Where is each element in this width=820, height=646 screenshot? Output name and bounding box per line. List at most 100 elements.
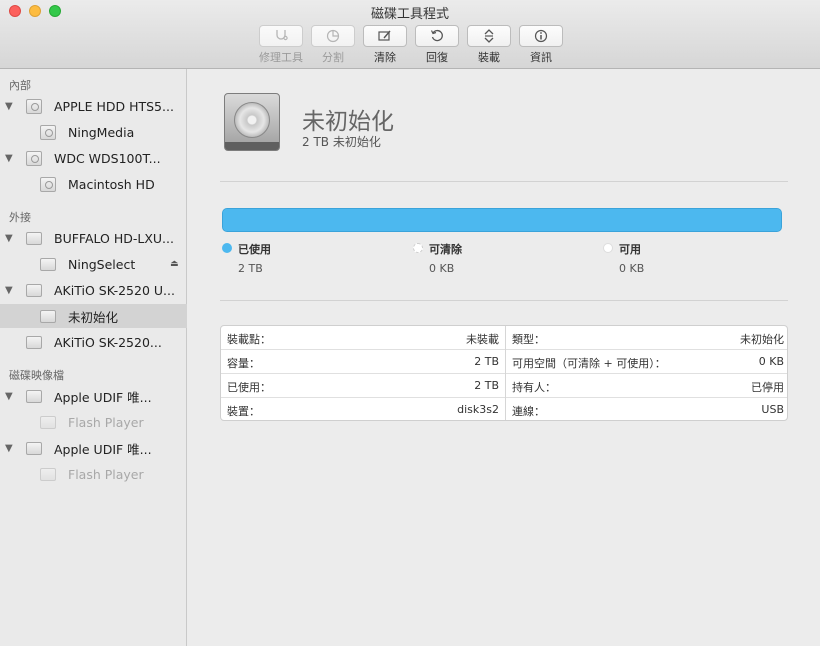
sidebar-item-uninitialized[interactable]: 未初始化 — [0, 304, 187, 328]
info-value: 0 KB — [758, 355, 784, 368]
info-column-left: 裝載點： 未裝載 容量： 2 TB 已使用： 2 TB 裝置： disk3s2 — [221, 326, 505, 420]
hard-disk-icon — [40, 124, 56, 140]
stethoscope-icon — [259, 25, 303, 47]
info-row: 連線： USB — [506, 398, 787, 420]
sidebar-item-ningmedia[interactable]: NingMedia — [0, 120, 187, 144]
mount-button[interactable]: 裝載 — [467, 25, 511, 65]
eject-icon[interactable]: ⏏ — [170, 259, 179, 269]
sidebar-item-apple-udif-1[interactable]: ▼ Apple UDIF 唯... — [0, 384, 187, 408]
divider — [220, 300, 788, 301]
volume-subtitle: 2 TB 未初始化 — [302, 135, 381, 149]
usage-bar — [222, 208, 782, 232]
sidebar-item-label: AKiTiO SK-2520 U... — [54, 282, 175, 298]
sidebar-item-ningselect[interactable]: NingSelect ⏏ — [0, 252, 187, 276]
legend-used-label: 已使用 — [238, 243, 271, 256]
info-key: 裝載點： — [227, 333, 271, 346]
sidebar-item-apple-udif-2[interactable]: ▼ Apple UDIF 唯... — [0, 436, 187, 460]
sidebar-section-disk-images: 磁碟映像檔 — [9, 369, 64, 382]
disclosure-triangle-icon[interactable]: ▼ — [5, 285, 13, 296]
disk-image-icon — [26, 441, 42, 455]
info-value: 2 TB — [474, 355, 499, 368]
info-value: 已停用 — [751, 381, 784, 394]
available-dot — [603, 243, 613, 253]
info-row: 容量： 2 TB — [221, 350, 505, 374]
divider — [220, 181, 788, 182]
hard-disk-icon — [26, 150, 42, 166]
hard-disk-icon — [40, 176, 56, 192]
sidebar-item-macintosh-hd[interactable]: Macintosh HD — [0, 172, 187, 196]
main-pane: 未初始化 2 TB 未初始化 已使用 2 TB 可清除 0 KB 可用 0 KB… — [188, 69, 820, 646]
info-table: 裝載點： 未裝載 容量： 2 TB 已使用： 2 TB 裝置： disk3s2 — [220, 325, 788, 421]
info-value: 未初始化 — [740, 333, 784, 346]
info-row: 裝載點： 未裝載 — [221, 326, 505, 350]
legend-available-label: 可用 — [619, 243, 641, 256]
sidebar-item-label: 未初始化 — [68, 309, 119, 325]
info-key: 連線： — [512, 405, 545, 418]
sidebar-item-label: WDC WDS100T... — [54, 150, 161, 166]
info-key: 持有人： — [512, 381, 556, 394]
sidebar-item-label: AKiTiO SK-2520... — [54, 334, 162, 350]
disk-image-icon — [26, 389, 42, 403]
info-button[interactable]: 資訊 — [519, 25, 563, 65]
legend-purgeable-label: 可清除 — [429, 243, 462, 256]
pie-icon — [311, 25, 355, 47]
sidebar-item-akitio-2[interactable]: AKiTiO SK-2520... — [0, 330, 187, 354]
info-key: 裝置： — [227, 405, 260, 418]
erase-button[interactable]: 清除 — [363, 25, 407, 65]
sidebar-item-label: Flash Player — [68, 414, 144, 430]
info-column-right: 類型： 未初始化 可用空間（可清除 + 可使用）： 0 KB 持有人： 已停用 … — [505, 326, 787, 420]
volume-title: 未初始化 — [302, 109, 394, 135]
hard-disk-icon — [26, 98, 42, 114]
sidebar-item-label: Flash Player — [68, 466, 144, 482]
info-key: 類型： — [512, 333, 545, 346]
external-disk-icon — [26, 283, 42, 297]
volume-icon — [40, 415, 56, 429]
external-disk-icon — [26, 335, 42, 349]
sidebar-item-wdc[interactable]: ▼ WDC WDS100T... — [0, 146, 187, 170]
info-value: USB — [761, 403, 784, 416]
info-key: 可用空間（可清除 + 可使用）： — [512, 357, 666, 370]
sidebar-item-label: Macintosh HD — [68, 176, 155, 192]
disk-utility-window: 磁碟工具程式 修理工具 分割 清除 回復 裝載 資訊 內部 ▼ APPLE HD… — [0, 0, 820, 646]
usage-bar-fill — [223, 209, 781, 231]
disclosure-triangle-icon[interactable]: ▼ — [5, 101, 13, 112]
used-dot — [222, 243, 232, 253]
disclosure-triangle-icon[interactable]: ▼ — [5, 443, 13, 454]
legend-available-value: 0 KB — [619, 262, 645, 275]
sidebar-item-apple-hdd[interactable]: ▼ APPLE HDD HTS5... — [0, 94, 187, 118]
info-row: 可用空間（可清除 + 可使用）： 0 KB — [506, 350, 787, 374]
first-aid-button[interactable]: 修理工具 — [259, 25, 303, 65]
purgeable-dot — [413, 243, 423, 253]
info-key: 容量： — [227, 357, 260, 370]
sidebar-item-akitio-1[interactable]: ▼ AKiTiO SK-2520 U... — [0, 278, 187, 302]
sidebar-item-label: NingSelect — [68, 256, 136, 272]
sidebar-item-flash-player-2[interactable]: Flash Player — [0, 462, 187, 486]
toolbar: 磁碟工具程式 修理工具 分割 清除 回復 裝載 資訊 — [0, 0, 820, 69]
info-row: 已使用： 2 TB — [221, 374, 505, 398]
sidebar-item-label: BUFFALO HD-LXU... — [54, 230, 174, 246]
sidebar-item-label: APPLE HDD HTS5... — [54, 98, 174, 114]
info-key: 已使用： — [227, 381, 271, 394]
info-value: 未裝載 — [466, 333, 499, 346]
legend-purgeable-value: 0 KB — [429, 262, 455, 275]
sidebar-section-external: 外接 — [9, 211, 31, 224]
mount-icon — [467, 25, 511, 47]
hard-disk-icon — [224, 93, 280, 151]
sidebar: 內部 ▼ APPLE HDD HTS5... NingMedia ▼ WDC W… — [0, 69, 187, 646]
disclosure-triangle-icon[interactable]: ▼ — [5, 391, 13, 402]
disclosure-triangle-icon[interactable]: ▼ — [5, 153, 13, 164]
sidebar-item-flash-player-1[interactable]: Flash Player — [0, 410, 187, 434]
volume-icon — [40, 257, 56, 271]
info-row: 裝置： disk3s2 — [221, 398, 505, 420]
restore-icon — [415, 25, 459, 47]
info-label: 資訊 — [530, 51, 552, 64]
external-disk-icon — [26, 231, 42, 245]
volume-icon — [40, 467, 56, 481]
legend-used-value: 2 TB — [238, 262, 263, 275]
erase-icon — [363, 25, 407, 47]
disclosure-triangle-icon[interactable]: ▼ — [5, 233, 13, 244]
restore-button[interactable]: 回復 — [415, 25, 459, 65]
partition-button[interactable]: 分割 — [311, 25, 355, 65]
sidebar-item-buffalo[interactable]: ▼ BUFFALO HD-LXU... — [0, 226, 187, 250]
sidebar-item-label: NingMedia — [68, 124, 135, 140]
